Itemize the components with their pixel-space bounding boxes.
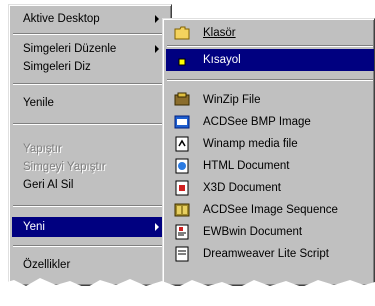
- submenu-item-acdsee-bmp[interactable]: ACDSee BMP Image: [166, 111, 374, 133]
- acdsee-bmp-icon: [174, 114, 190, 130]
- submenu-item-label: Klasör: [203, 27, 236, 39]
- submenu-arrow-icon: [155, 223, 159, 231]
- submenu-item-label: Dreamweaver Lite Script: [203, 248, 329, 260]
- menu-item-refresh[interactable]: Yenile: [12, 93, 168, 113]
- desktop-context-menu: Aktive Desktop Simgeleri Düzenle Simgele…: [8, 4, 172, 286]
- menu-separator: [167, 79, 373, 81]
- menu-item-label: Yapıştır: [23, 143, 62, 155]
- submenu-item-label: X3D Document: [203, 182, 281, 194]
- menu-item-label: Simgeleri Diz: [23, 61, 91, 73]
- torn-edge-decoration: [0, 278, 375, 306]
- menu-separator: [13, 205, 167, 207]
- submenu-item-label: WinZip File: [203, 94, 261, 106]
- submenu-item-acdsee-sequence[interactable]: ACDSee Image Sequence: [166, 199, 374, 221]
- menu-item-label: Simgeleri Düzenle: [23, 43, 117, 55]
- menu-item-label: Yenile: [23, 97, 54, 109]
- menu-item-label: Simgeyi Yapıştır: [23, 161, 106, 173]
- submenu-item-winamp[interactable]: Winamp media file: [166, 133, 374, 155]
- winamp-icon: [174, 136, 190, 152]
- submenu-arrow-icon: [155, 15, 159, 23]
- menu-item-undo-delete[interactable]: Geri Al Sil: [12, 175, 168, 195]
- submenu-item-label: EWBwin Document: [203, 226, 303, 238]
- submenu-item-label: Kısayol: [203, 54, 241, 66]
- submenu-item-html-document[interactable]: HTML Document: [166, 155, 374, 177]
- menu-item-paste-shortcut: Simgeyi Yapıştır: [12, 157, 168, 177]
- x3d-document-icon: [174, 180, 190, 196]
- acdsee-sequence-icon: [174, 202, 190, 218]
- menu-item-new[interactable]: Yeni: [12, 217, 168, 237]
- script-document-icon: [174, 246, 190, 262]
- menu-item-arrange-icons[interactable]: Simgeleri Düzenle: [12, 39, 168, 59]
- html-document-icon: [174, 158, 190, 174]
- menu-item-line-up-icons[interactable]: Simgeleri Diz: [12, 57, 168, 77]
- menu-item-label: Geri Al Sil: [23, 179, 74, 191]
- submenu-arrow-icon: [155, 45, 159, 53]
- submenu-item-label: ACDSee Image Sequence: [203, 204, 338, 216]
- menu-separator: [13, 33, 167, 35]
- submenu-item-x3d-document[interactable]: X3D Document: [166, 177, 374, 199]
- menu-separator: [13, 245, 167, 247]
- winzip-icon: [174, 92, 190, 108]
- submenu-item-folder[interactable]: Klasör: [166, 22, 374, 44]
- submenu-item-ewbwin-document[interactable]: EWBwin Document: [166, 221, 374, 243]
- submenu-item-label: Winamp media file: [203, 138, 298, 150]
- menu-separator: [13, 123, 167, 125]
- menu-item-label: Yeni: [23, 221, 45, 233]
- menu-separator: [13, 83, 167, 85]
- shortcut-icon: [174, 52, 190, 68]
- menu-item-active-desktop[interactable]: Aktive Desktop: [12, 9, 168, 29]
- submenu-item-script-document[interactable]: Dreamweaver Lite Script: [166, 243, 374, 265]
- menu-item-label: Aktive Desktop: [23, 13, 100, 25]
- submenu-item-label: ACDSee BMP Image: [203, 116, 311, 128]
- folder-icon: [174, 25, 190, 41]
- menu-separator: [167, 45, 373, 47]
- ewbwin-document-icon: [174, 224, 190, 240]
- menu-item-paste: Yapıştır: [12, 139, 168, 159]
- submenu-item-label: HTML Document: [203, 160, 290, 172]
- submenu-item-shortcut[interactable]: Kısayol: [166, 49, 374, 71]
- submenu-item-winzip[interactable]: WinZip File: [166, 89, 374, 111]
- new-submenu: Klasör Kısayol WinZip File ACDSee BMP Im…: [162, 18, 375, 286]
